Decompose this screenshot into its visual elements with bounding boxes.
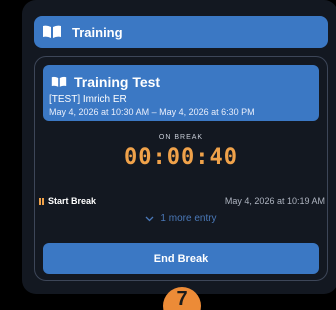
entry-left: Start Break: [39, 196, 96, 206]
training-panel: Training Training Test [TEST] Imrich ER …: [22, 0, 336, 294]
book-open-icon: [43, 25, 61, 38]
pause-icon: [39, 197, 44, 205]
training-header[interactable]: Training: [34, 16, 328, 48]
entry-row: Start Break May 4, 2026 at 10:19 AM: [39, 194, 325, 208]
session-card-header: Training Test [TEST] Imrich ER May 4, 20…: [43, 65, 319, 121]
book-open-icon: [51, 76, 67, 87]
entry-time: May 4, 2026 at 10:19 AM: [224, 196, 325, 206]
break-timer: 00:00:40: [124, 145, 238, 170]
session-card: Training Test [TEST] Imrich ER May 4, 20…: [34, 56, 328, 281]
end-break-button[interactable]: End Break: [43, 243, 319, 274]
session-title-row: Training Test: [51, 74, 160, 90]
break-status-label: ON BREAK: [158, 134, 204, 141]
session-title: Training Test: [74, 74, 161, 90]
chevron-down-icon: [145, 216, 154, 221]
entry-label: Start Break: [48, 196, 97, 206]
session-subtitle: [TEST] Imrich ER: [49, 94, 127, 105]
session-date-range: May 4, 2026 at 10:30 AM – May 4, 2026 at…: [49, 107, 255, 117]
header-title: Training: [72, 24, 123, 40]
more-entries-toggle[interactable]: 1 more entry: [35, 213, 327, 224]
more-entries-label: 1 more entry: [160, 213, 217, 224]
